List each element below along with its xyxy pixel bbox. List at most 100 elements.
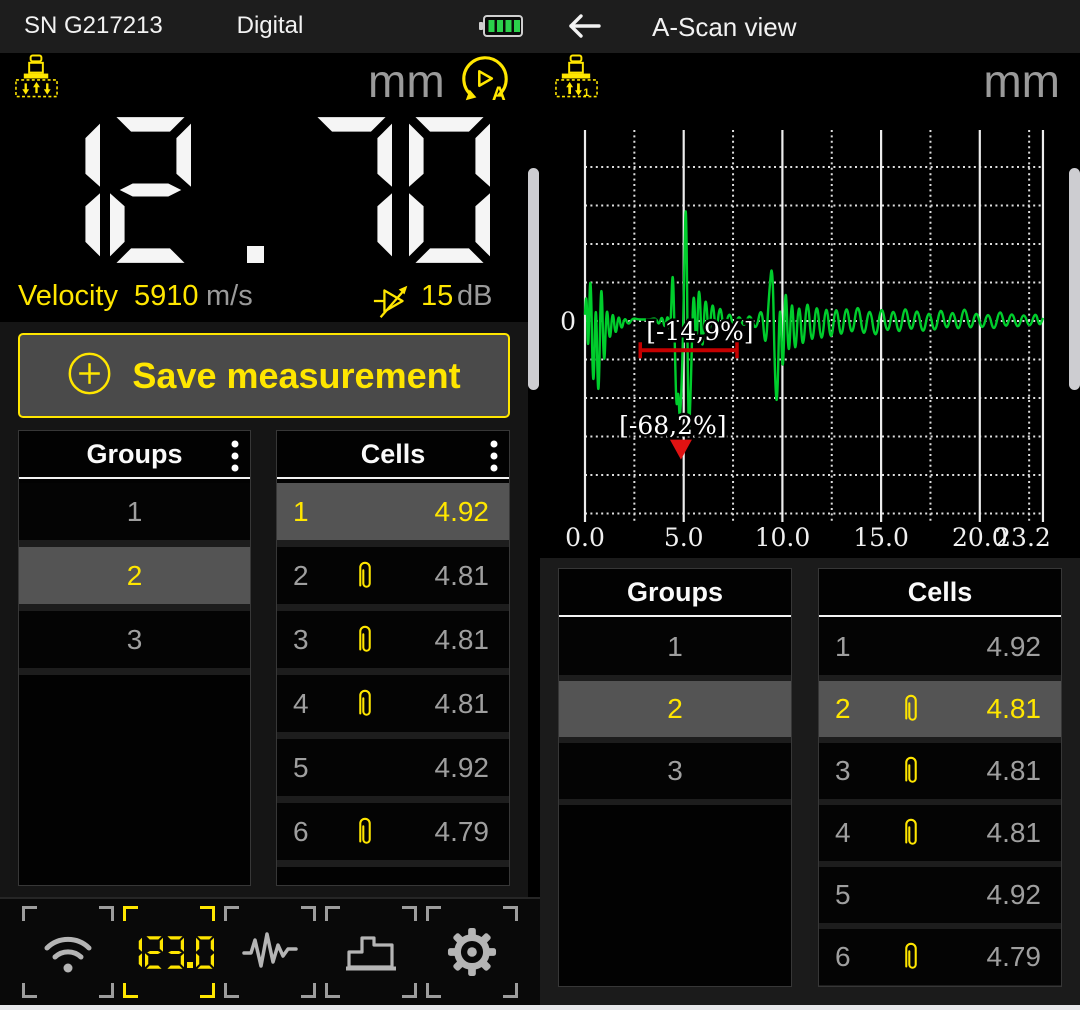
group-row-label: 3 <box>667 755 683 787</box>
save-measurement-button[interactable]: Save measurement <box>18 333 510 418</box>
cell-value: 4.79 <box>435 816 490 848</box>
cell-value: 4.81 <box>435 688 490 720</box>
cell-value: 4.92 <box>435 752 490 784</box>
velocity-gain-row: Velocity 5910 m/s 15 dB <box>0 276 540 320</box>
toolbar-tab-b-scan-view[interactable] <box>325 906 417 998</box>
back-arrow-icon[interactable] <box>566 12 602 45</box>
scrollbar[interactable] <box>528 168 539 390</box>
group-row[interactable]: 3 <box>19 611 250 668</box>
svg-text:A: A <box>492 84 506 105</box>
cell-value: 4.81 <box>987 755 1042 787</box>
cells-table-header: Cells <box>277 431 509 479</box>
group-row[interactable]: 1 <box>559 619 791 675</box>
display-digit <box>311 117 392 268</box>
cell-number: 5 <box>835 879 851 911</box>
toolbar-tab-wifi[interactable] <box>22 906 114 998</box>
bottom-toolbar <box>0 897 540 1005</box>
probe-multi-echo-icon <box>14 54 59 104</box>
paperclip-icon <box>357 623 373 657</box>
group-row-label: 2 <box>667 693 683 725</box>
paperclip-icon <box>357 687 373 721</box>
display-digit <box>247 246 264 263</box>
group-row-label: 1 <box>667 631 683 663</box>
scrollbar[interactable] <box>1069 168 1080 390</box>
gain-unit: dB <box>457 280 492 313</box>
paperclip-icon <box>357 559 373 593</box>
x-axis-tick-label: 10.0 <box>755 523 811 552</box>
toolbar-tab-a-scan-view[interactable] <box>224 906 316 998</box>
group-row[interactable]: 2 <box>19 547 250 604</box>
left-top-bar: SN G217213 Digital <box>0 0 540 53</box>
cells-table-title: Cells <box>361 439 426 470</box>
display-digit <box>110 117 191 268</box>
x-axis-tick-label: 23.2 <box>995 523 1051 552</box>
right-top-bar: A-Scan view <box>540 0 1080 53</box>
cells-table-title: Cells <box>908 577 973 608</box>
cell-value: 4.92 <box>435 496 490 528</box>
group-row[interactable]: 3 <box>559 743 791 799</box>
paperclip-icon <box>903 692 919 726</box>
cell-row[interactable]: 44.81 <box>819 805 1061 861</box>
cell-row[interactable]: 34.81 <box>819 743 1061 799</box>
cell-row[interactable]: 54.92 <box>277 739 509 796</box>
cell-value: 4.81 <box>435 560 490 592</box>
toolbar-tab-digital-view[interactable] <box>123 906 215 998</box>
groups-table-header: Groups <box>19 431 250 479</box>
cell-number: 1 <box>835 631 851 663</box>
display-digit <box>19 117 100 268</box>
group-row-label: 1 <box>127 496 143 528</box>
group-row-label: 2 <box>127 560 143 592</box>
page-title: A-Scan view <box>652 12 797 43</box>
cell-row[interactable]: 44.81 <box>277 675 509 732</box>
peak-marker-triangle <box>670 440 692 460</box>
velocity-value: 5910 <box>134 280 199 313</box>
groups-panel: Groups 1 2 3 <box>558 568 792 987</box>
plus-circle-icon <box>67 351 112 401</box>
x-axis-tick-label: 0.0 <box>565 523 605 552</box>
groups-table-title: Groups <box>86 439 182 470</box>
cells-panel: Cells 14.9224.8134.8144.8154.9264.79 <box>818 568 1062 987</box>
seven-segment-display-icon <box>123 906 215 998</box>
paperclip-icon <box>903 754 919 788</box>
cell-row[interactable]: 14.92 <box>277 483 509 540</box>
cell-value: 4.81 <box>435 624 490 656</box>
cell-number: 3 <box>293 624 309 656</box>
save-measurement-label: Save measurement <box>132 355 460 397</box>
cells-panel: Cells 14.9224.8134.8144.8154.9264.79 <box>276 430 510 886</box>
cell-row[interactable]: 24.81 <box>277 547 509 604</box>
cell-row[interactable]: 24.81 <box>819 681 1061 737</box>
group-row-label: 3 <box>127 624 143 656</box>
cell-row[interactable]: 54.92 <box>819 867 1061 923</box>
battery-icon <box>478 14 524 43</box>
x-axis-tick-label: 15.0 <box>853 523 909 552</box>
cell-value: 4.81 <box>987 817 1042 849</box>
cell-number: 2 <box>835 693 851 725</box>
groups-panel: Groups 1 2 3 <box>18 430 251 886</box>
kebab-menu-icon[interactable] <box>489 439 499 480</box>
cell-row[interactable]: 64.79 <box>277 803 509 860</box>
cell-row[interactable]: 64.79 <box>819 929 1061 985</box>
auto-measure-icon[interactable]: A <box>460 52 514 111</box>
amplifier-gain-icon <box>372 280 414 330</box>
amplitude-annotation: [-14,9%] <box>646 317 753 346</box>
cell-value: 4.81 <box>987 693 1042 725</box>
group-row[interactable]: 1 <box>19 483 250 540</box>
cell-value: 4.79 <box>987 941 1042 973</box>
group-row[interactable]: 2 <box>559 681 791 737</box>
y-axis-zero-label: 0 <box>560 307 576 336</box>
cell-number: 5 <box>293 752 309 784</box>
paperclip-icon <box>903 940 919 974</box>
toolbar-tab-settings[interactable] <box>426 906 518 998</box>
kebab-menu-icon[interactable] <box>230 439 240 480</box>
groups-table-title: Groups <box>627 577 723 608</box>
a-scan-chart[interactable]: [-14,9%][-68,2%]00.05.010.015.020.023.2 <box>540 54 1080 564</box>
cell-number: 4 <box>835 817 851 849</box>
cell-number: 1 <box>293 496 309 528</box>
cell-row[interactable]: 14.92 <box>819 619 1061 675</box>
wifi-icon <box>22 906 114 998</box>
thickness-reading-display <box>0 117 540 263</box>
cell-row[interactable]: 34.81 <box>277 611 509 668</box>
cell-value: 4.92 <box>987 631 1042 663</box>
digital-view-pane: SN G217213 Digital mm A Velocity 5910 m/… <box>0 0 540 1010</box>
velocity-label: Velocity <box>18 280 118 313</box>
